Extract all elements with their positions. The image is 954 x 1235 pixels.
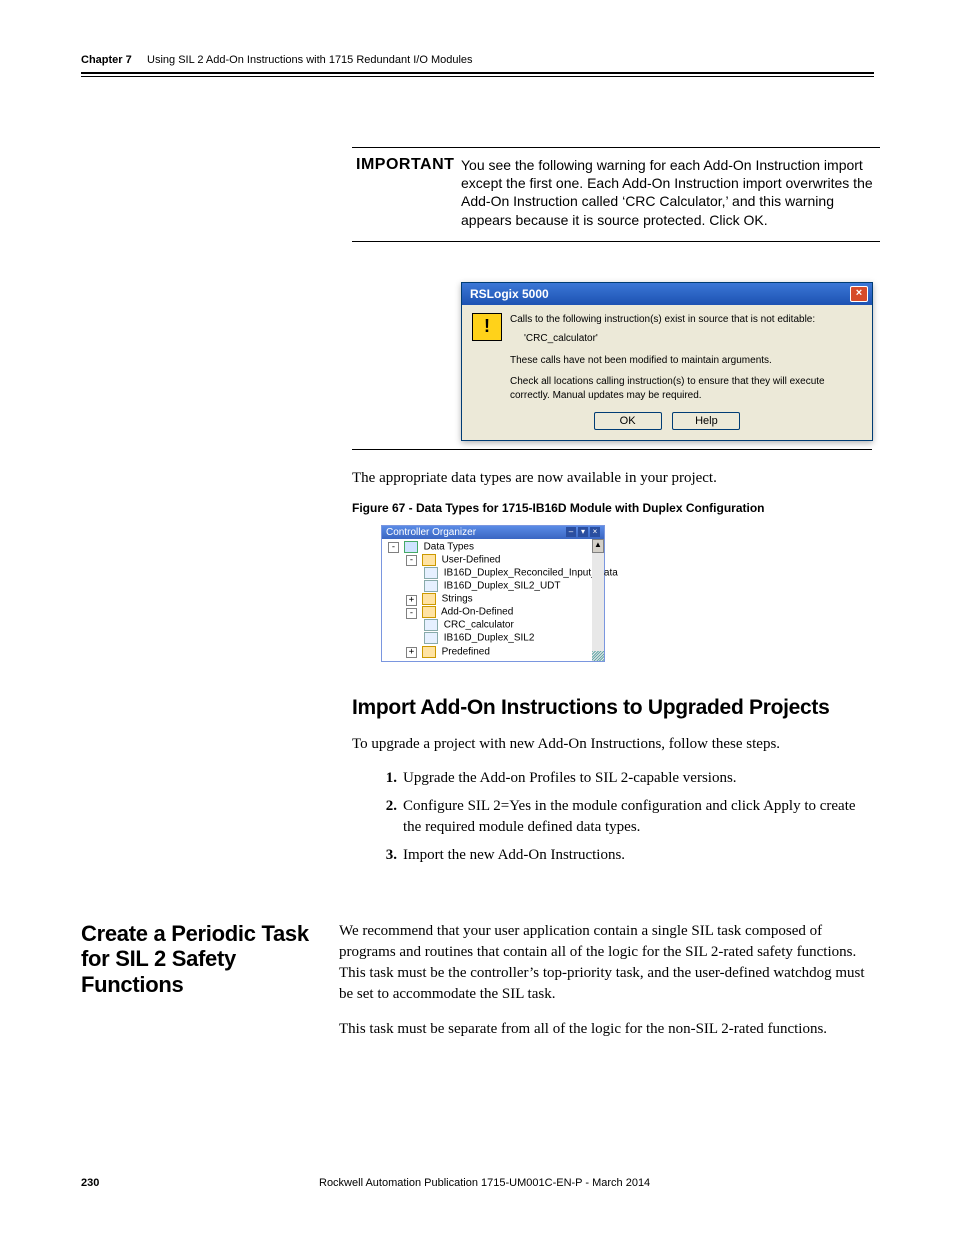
dialog-line4: Check all locations calling instruction(… bbox=[510, 375, 862, 402]
dialog-line3: These calls have not been modified to ma… bbox=[510, 354, 862, 368]
tree-node-udt[interactable]: IB16D_Duplex_Reconciled_Input_Data bbox=[388, 567, 590, 580]
step-text: Upgrade the Add-on Profiles to SIL 2-cap… bbox=[403, 768, 871, 788]
body-paragraph: We recommend that your user application … bbox=[339, 921, 874, 1005]
dialog-title: RSLogix 5000 bbox=[470, 287, 549, 301]
list-item: 1. Upgrade the Add-on Profiles to SIL 2-… bbox=[373, 768, 871, 788]
tree-node-data-types[interactable]: - Data Types bbox=[388, 541, 590, 554]
important-label: IMPORTANT bbox=[356, 156, 461, 229]
figure-caption: Figure 67 - Data Types for 1715-IB16D Mo… bbox=[352, 501, 874, 515]
tree-scrollbar[interactable]: ▲ bbox=[592, 539, 604, 661]
tree-node-user-defined[interactable]: - User-Defined bbox=[388, 554, 590, 567]
section-body: We recommend that your user application … bbox=[339, 921, 874, 1054]
dialog-titlebar: RSLogix 5000 × bbox=[462, 283, 872, 305]
resize-grip-icon[interactable] bbox=[592, 651, 604, 661]
section-intro: To upgrade a project with new Add-On Ins… bbox=[352, 734, 872, 754]
tree-node-udt[interactable]: IB16D_Duplex_SIL2_UDT bbox=[388, 580, 590, 593]
dialog-message: Calls to the following instruction(s) ex… bbox=[510, 313, 862, 403]
list-item: 3. Import the new Add-On Instructions. bbox=[373, 845, 871, 865]
tree-node-aoi[interactable]: CRC_calculator bbox=[388, 619, 590, 632]
datatype-icon bbox=[424, 619, 438, 631]
page-number: 230 bbox=[81, 1177, 319, 1189]
collapse-icon[interactable]: - bbox=[388, 542, 399, 553]
collapse-icon[interactable]: - bbox=[406, 608, 417, 619]
tree-pin-icon[interactable]: – bbox=[566, 527, 576, 537]
chapter-title: Using SIL 2 Add-On Instructions with 171… bbox=[147, 54, 473, 66]
warning-icon: ! bbox=[472, 313, 502, 341]
margin-heading: Create a Periodic Task for SIL 2 Safety … bbox=[81, 921, 339, 1054]
tree-title-text: Controller Organizer bbox=[386, 527, 476, 538]
ok-button[interactable]: OK bbox=[594, 412, 662, 430]
body-paragraph: This task must be separate from all of t… bbox=[339, 1019, 874, 1040]
tree-node-predefined[interactable]: + Predefined bbox=[388, 646, 590, 659]
step-text: Configure SIL 2=Yes in the module config… bbox=[403, 796, 871, 837]
important-callout: IMPORTANT You see the following warning … bbox=[352, 147, 880, 242]
header-rule-thick bbox=[81, 72, 874, 74]
scroll-up-icon[interactable]: ▲ bbox=[592, 539, 604, 553]
step-number: 1. bbox=[373, 768, 403, 788]
expand-icon[interactable]: + bbox=[406, 647, 417, 658]
datatype-icon bbox=[424, 567, 438, 579]
tree-node-strings[interactable]: + Strings bbox=[388, 593, 590, 606]
folder-icon bbox=[422, 646, 436, 658]
close-icon[interactable]: × bbox=[850, 286, 868, 302]
dialog-line1: Calls to the following instruction(s) ex… bbox=[510, 313, 862, 327]
controller-organizer-tree: Controller Organizer – ▾ × ▲ - Data Type… bbox=[381, 525, 605, 662]
dialog-line2: 'CRC_calculator' bbox=[524, 332, 862, 346]
header-rule-thin bbox=[81, 76, 874, 77]
chapter-label: Chapter 7 bbox=[81, 54, 132, 66]
page-footer: 230 Rockwell Automation Publication 1715… bbox=[81, 1177, 874, 1189]
datatype-icon bbox=[424, 632, 438, 644]
body-paragraph: The appropriate data types are now avail… bbox=[352, 468, 872, 488]
expand-icon[interactable]: + bbox=[406, 595, 417, 606]
tree-node-aoi[interactable]: IB16D_Duplex_SIL2 bbox=[388, 632, 590, 645]
section-rule bbox=[352, 449, 872, 450]
tree-titlebar: Controller Organizer – ▾ × bbox=[382, 526, 604, 539]
folder-icon bbox=[422, 593, 436, 605]
collapse-icon[interactable]: - bbox=[406, 555, 417, 566]
important-text: You see the following warning for each A… bbox=[461, 156, 876, 229]
folder-open-icon bbox=[422, 554, 436, 566]
step-number: 3. bbox=[373, 845, 403, 865]
rslogix-warning-dialog: RSLogix 5000 × ! Calls to the following … bbox=[461, 282, 873, 442]
help-button[interactable]: Help bbox=[672, 412, 740, 430]
tree-dropdown-icon[interactable]: ▾ bbox=[578, 527, 588, 537]
step-number: 2. bbox=[373, 796, 403, 837]
section-heading: Import Add-On Instructions to Upgraded P… bbox=[352, 696, 872, 720]
list-item: 2. Configure SIL 2=Yes in the module con… bbox=[373, 796, 871, 837]
folder-icon bbox=[404, 541, 418, 553]
folder-open-icon bbox=[422, 606, 436, 618]
tree-node-addon-defined[interactable]: - Add-On-Defined bbox=[388, 606, 590, 619]
publication-id: Rockwell Automation Publication 1715-UM0… bbox=[319, 1177, 874, 1189]
step-text: Import the new Add-On Instructions. bbox=[403, 845, 871, 865]
tree-close-icon[interactable]: × bbox=[590, 527, 600, 537]
steps-list: 1. Upgrade the Add-on Profiles to SIL 2-… bbox=[373, 768, 871, 865]
datatype-icon bbox=[424, 580, 438, 592]
running-head: Chapter 7 Using SIL 2 Add-On Instruction… bbox=[81, 54, 874, 66]
